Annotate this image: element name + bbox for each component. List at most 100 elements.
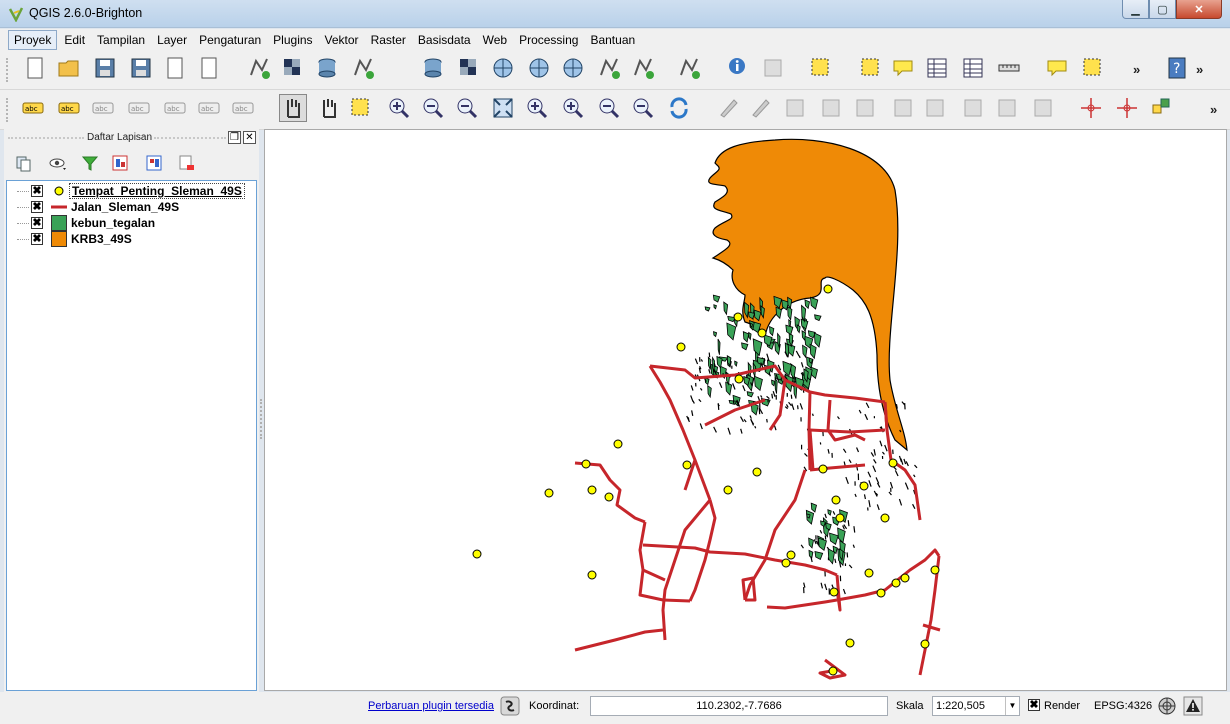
- layer-visibility-checkbox[interactable]: ✖: [31, 217, 43, 229]
- tempat-penting-point[interactable]: [781, 558, 791, 568]
- panel-float-button[interactable]: ❐: [228, 131, 241, 144]
- label-highlight-icon[interactable]: abc: [56, 95, 82, 121]
- add-wcs-layer-icon[interactable]: [526, 55, 552, 81]
- menu-vektor[interactable]: Vektor: [320, 31, 364, 49]
- warning-icon[interactable]: [1183, 696, 1203, 716]
- remove-layer-icon[interactable]: [176, 153, 196, 173]
- save-edits-icon[interactable]: [782, 95, 808, 121]
- add-wfs-layer-icon[interactable]: [560, 55, 586, 81]
- layers-panel-header[interactable]: Daftar Lapisan ❐ ✕: [4, 129, 259, 147]
- tempat-penting-point[interactable]: [682, 460, 692, 470]
- paste-features-icon[interactable]: [1030, 95, 1056, 121]
- tempat-penting-point[interactable]: [676, 342, 686, 352]
- tempat-penting-point[interactable]: [752, 467, 762, 477]
- layer-tree[interactable]: ✖ Tempat_Penting_Sleman_49S ✖ Jalan_Sleman_…: [6, 180, 257, 691]
- toolbar-overflow-button[interactable]: »: [1133, 62, 1140, 77]
- expand-all-icon[interactable]: [110, 153, 130, 173]
- coordinate-field[interactable]: 110.2302,-7.7686: [590, 696, 888, 716]
- layer-row[interactable]: ✖ KRB3_49S: [7, 231, 256, 247]
- zoom-out-icon[interactable]: [420, 95, 446, 121]
- label-move-icon[interactable]: abc: [162, 95, 188, 121]
- menu-layer[interactable]: Layer: [152, 31, 192, 49]
- action-icon[interactable]: [760, 55, 786, 81]
- menu-processing[interactable]: Processing: [514, 31, 583, 49]
- layer-row[interactable]: ✖ kebun_tegalan: [7, 215, 256, 231]
- add-delimited-text-icon[interactable]: [596, 55, 622, 81]
- map-tips-icon[interactable]: [1044, 55, 1070, 81]
- tempat-penting-point[interactable]: [828, 666, 838, 676]
- move-feature-icon[interactable]: [852, 95, 878, 121]
- tempat-penting-point[interactable]: [888, 458, 898, 468]
- new-print-composer-icon[interactable]: [162, 55, 188, 81]
- zoom-next-icon[interactable]: [630, 95, 656, 121]
- new-bookmark-icon[interactable]: [1080, 55, 1106, 81]
- touch-zoom-icon[interactable]: [279, 94, 307, 122]
- save-project-icon[interactable]: [92, 55, 118, 81]
- tempat-penting-point[interactable]: [876, 588, 886, 598]
- add-raster-layer-icon[interactable]: [280, 55, 306, 81]
- tempat-penting-point[interactable]: [880, 513, 890, 523]
- panel-close-button[interactable]: ✕: [243, 131, 256, 144]
- layer-row[interactable]: ✖ Tempat_Penting_Sleman_49S: [7, 183, 256, 199]
- expression-select-icon[interactable]: [890, 55, 916, 81]
- toolbar-overflow-button-2[interactable]: »: [1196, 62, 1203, 77]
- add-postgis-layer-icon[interactable]: [314, 55, 340, 81]
- menu-web[interactable]: Web: [478, 31, 512, 49]
- add-feature-icon[interactable]: [818, 95, 844, 121]
- maximize-button[interactable]: ▢: [1149, 0, 1176, 19]
- current-edits-icon[interactable]: [716, 95, 742, 121]
- tempat-penting-point[interactable]: [835, 513, 845, 523]
- tempat-penting-point[interactable]: [734, 374, 744, 384]
- deselect-icon[interactable]: [858, 55, 884, 81]
- tempat-penting-point[interactable]: [930, 565, 940, 575]
- collapse-all-icon[interactable]: [144, 153, 164, 173]
- tempat-penting-point[interactable]: [823, 284, 833, 294]
- tempat-penting-point[interactable]: [581, 459, 591, 469]
- tempat-penting-point[interactable]: [900, 573, 910, 583]
- label-show-hide-icon[interactable]: abc: [126, 95, 152, 121]
- toolbar-overflow-button-3[interactable]: »: [1210, 102, 1217, 117]
- menu-raster[interactable]: Raster: [366, 31, 411, 49]
- close-button[interactable]: ✕: [1176, 0, 1222, 19]
- menu-tampilan[interactable]: Tampilan: [92, 31, 150, 49]
- select-feature-icon[interactable]: [808, 55, 834, 81]
- manage-visibility-icon[interactable]: [48, 153, 68, 173]
- add-spatialite-layer-icon[interactable]: [350, 55, 376, 81]
- zoom-to-layer-icon[interactable]: [560, 95, 586, 121]
- plugin-update-link[interactable]: Perbaruan plugin tersedia: [368, 700, 494, 712]
- composer-manager-icon[interactable]: [196, 55, 222, 81]
- delete-selected-icon[interactable]: [922, 95, 948, 121]
- panel-splitter[interactable]: [259, 129, 263, 692]
- layer-row[interactable]: ✖ Jalan_Sleman_49S: [7, 199, 256, 215]
- copy-features-icon[interactable]: [994, 95, 1020, 121]
- crosshair-icon[interactable]: [1078, 95, 1104, 121]
- plugin-icon[interactable]: [1148, 95, 1174, 121]
- scale-combobox[interactable]: 1:220,505 ▼: [932, 696, 1020, 716]
- toggle-editing-icon[interactable]: [748, 95, 774, 121]
- open-project-icon[interactable]: [56, 55, 82, 81]
- toolbar-grip[interactable]: [6, 58, 9, 82]
- cut-features-icon[interactable]: [960, 95, 986, 121]
- tempat-penting-point[interactable]: [733, 312, 743, 322]
- add-group-icon[interactable]: [14, 153, 34, 173]
- layer-visibility-checkbox[interactable]: ✖: [31, 185, 43, 197]
- temporary-layer-icon[interactable]: [676, 55, 702, 81]
- tempat-penting-point[interactable]: [604, 492, 614, 502]
- field-calculator-icon[interactable]: [960, 55, 986, 81]
- layer-visibility-checkbox[interactable]: ✖: [31, 233, 43, 245]
- menu-basisdata[interactable]: Basisdata: [413, 31, 476, 49]
- tempat-penting-point[interactable]: [818, 464, 828, 474]
- zoom-full-icon[interactable]: [490, 95, 516, 121]
- label-pin-icon[interactable]: abc: [90, 95, 116, 121]
- node-tool-icon[interactable]: [890, 95, 916, 121]
- tempat-penting-point[interactable]: [786, 550, 796, 560]
- map-svg[interactable]: [265, 130, 1227, 691]
- crs-status-label[interactable]: EPSG:4326: [1094, 700, 1152, 712]
- crs-globe-icon[interactable]: [1157, 696, 1177, 716]
- tempat-penting-point[interactable]: [544, 488, 554, 498]
- tempat-penting-point[interactable]: [613, 439, 623, 449]
- label-rotate-icon[interactable]: abc: [196, 95, 222, 121]
- tempat-penting-point[interactable]: [587, 485, 597, 495]
- add-mssql-layer-icon[interactable]: [420, 55, 446, 81]
- tempat-penting-point[interactable]: [829, 587, 839, 597]
